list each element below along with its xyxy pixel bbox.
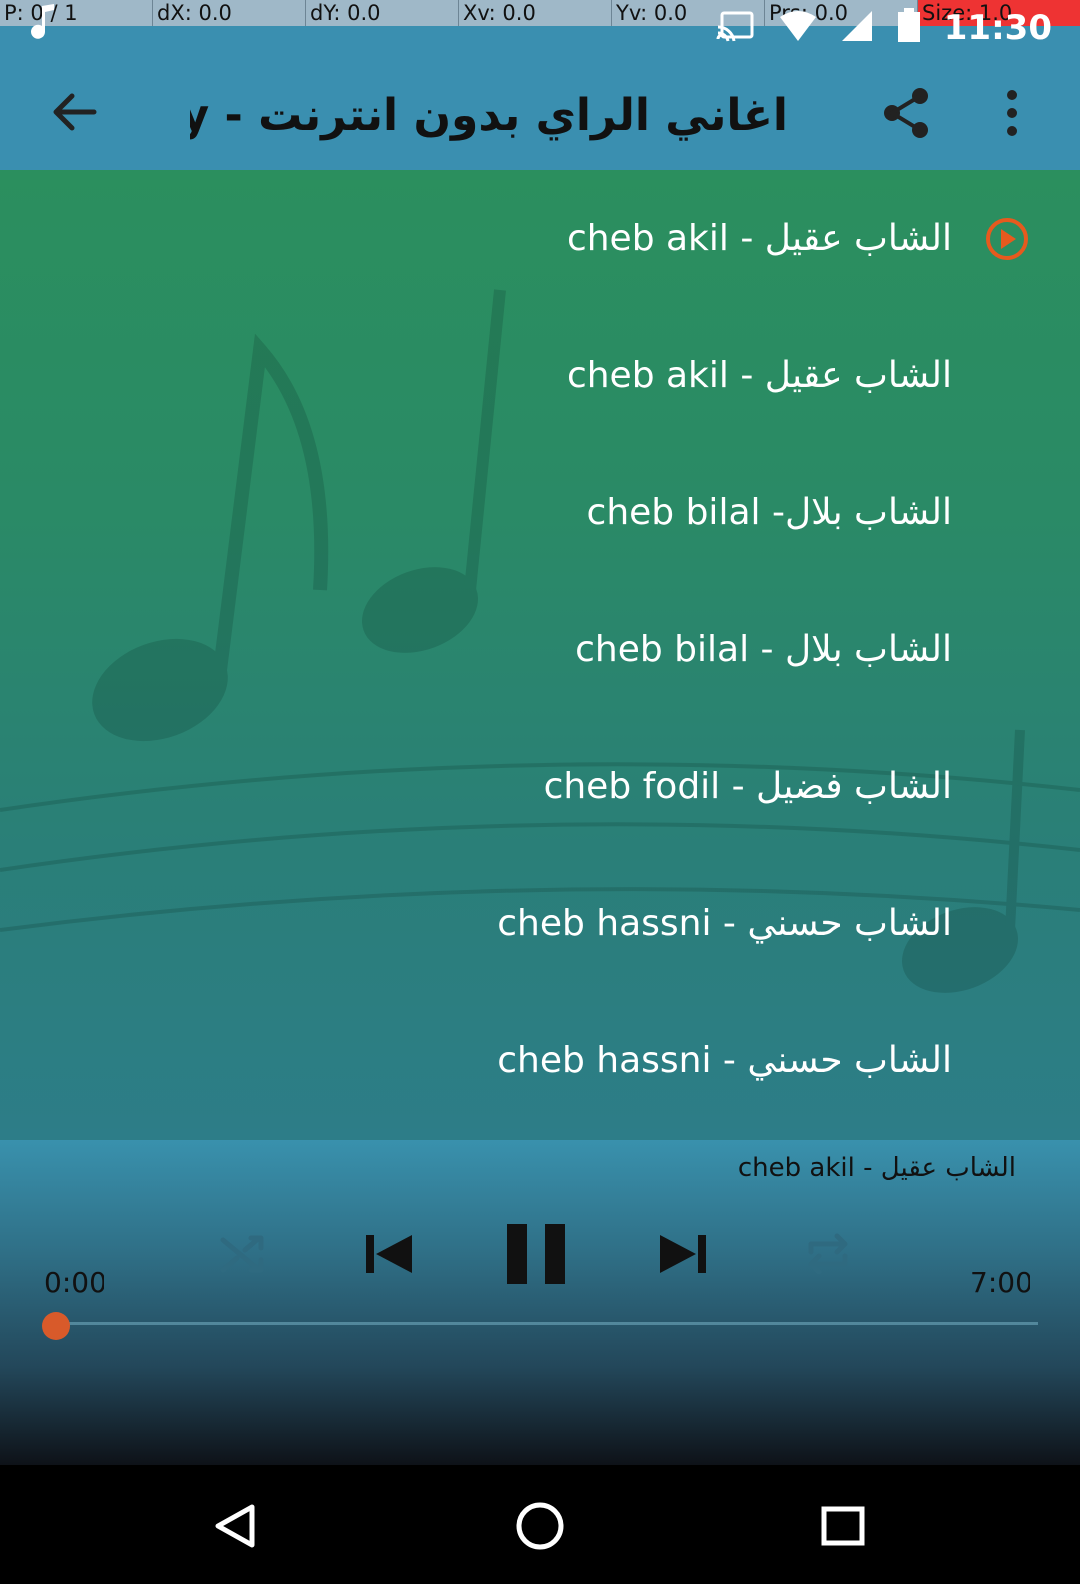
pause-button[interactable] xyxy=(476,1194,596,1314)
status-time: 11:30 xyxy=(943,8,1052,48)
repeat-button[interactable] xyxy=(768,1194,888,1314)
status-icons: 11:30 xyxy=(716,8,1052,48)
music-note-icon xyxy=(28,2,58,46)
track-item[interactable]: الشاب عقيل - cheb akil xyxy=(0,307,1080,444)
nav-recents-icon xyxy=(821,1506,865,1546)
current-time: 0:00 xyxy=(44,1266,104,1299)
skip-previous-icon xyxy=(366,1235,412,1273)
shuffle-icon xyxy=(220,1235,264,1273)
seek-thumb[interactable] xyxy=(42,1312,70,1340)
track-title: الشاب بلال- cheb bilal xyxy=(586,492,952,533)
cast-icon xyxy=(716,9,756,47)
more-options-button[interactable] xyxy=(992,86,1032,140)
track-item[interactable]: الشاب بلال - cheb bilal xyxy=(0,581,1080,718)
track-item[interactable]: الشاب فضيل - cheb fodil xyxy=(0,718,1080,855)
more-vert-icon xyxy=(1007,90,1017,136)
battery-icon xyxy=(896,8,922,48)
track-item[interactable]: الشاب حسني - cheb hassni xyxy=(0,992,1080,1129)
seek-track xyxy=(54,1322,1038,1325)
pause-icon xyxy=(507,1224,565,1284)
next-button[interactable] xyxy=(622,1194,742,1314)
nav-back-icon xyxy=(215,1504,255,1548)
share-icon xyxy=(884,88,928,138)
arrow-back-icon xyxy=(53,93,97,131)
navigation-bar xyxy=(0,1465,1080,1584)
share-button[interactable] xyxy=(880,86,934,140)
track-list[interactable]: الشاب عقيل - cheb akil الشاب عقيل - cheb… xyxy=(0,170,1080,1140)
debug-pointer: P: 0 / 1 xyxy=(0,0,153,26)
play-circle-icon xyxy=(986,218,1028,260)
track-title: الشاب عقيل - cheb akil xyxy=(566,355,952,396)
track-title: الشاب حسني - cheb hassni xyxy=(497,1040,952,1081)
app-bar: اغاني الراي بدون انترنت - Play xyxy=(0,52,1080,170)
now-playing-title: الشاب عقيل - cheb akil xyxy=(737,1153,1016,1183)
wifi-icon xyxy=(778,9,818,47)
nav-home-icon xyxy=(516,1502,564,1550)
previous-button[interactable] xyxy=(330,1194,450,1314)
track-item[interactable]: الشاب عقيل - cheb akil xyxy=(0,170,1080,307)
duration-time: 7:00 xyxy=(970,1266,1030,1299)
track-title: الشاب فضيل - cheb fodil xyxy=(543,766,952,807)
debug-dy: dY: 0.0 xyxy=(306,0,459,26)
nav-recents-button[interactable] xyxy=(808,1491,878,1561)
repeat-icon xyxy=(808,1233,848,1275)
track-title: الشاب حسني - cheb hassni xyxy=(497,903,952,944)
debug-xv: Xv: 0.0 xyxy=(459,0,612,26)
player-panel: الشاب عقيل - cheb akil 0:00 7:00 xyxy=(0,1140,1080,1465)
track-title: الشاب عقيل - cheb akil xyxy=(566,218,952,259)
track-item[interactable]: الشاب حسني - cheb hassni xyxy=(0,855,1080,992)
seek-bar[interactable] xyxy=(14,1298,1066,1360)
nav-home-button[interactable] xyxy=(505,1491,575,1561)
nav-back-button[interactable] xyxy=(200,1491,270,1561)
skip-next-icon xyxy=(660,1235,706,1273)
shuffle-button[interactable] xyxy=(184,1194,304,1314)
signal-icon xyxy=(840,9,874,47)
track-title: الشاب بلال - cheb bilal xyxy=(575,629,952,670)
back-button[interactable] xyxy=(44,82,104,142)
page-title: اغاني الراي بدون انترنت - Play xyxy=(190,90,788,141)
track-item[interactable]: الشاب بلال- cheb bilal xyxy=(0,444,1080,581)
debug-dx: dX: 0.0 xyxy=(153,0,306,26)
